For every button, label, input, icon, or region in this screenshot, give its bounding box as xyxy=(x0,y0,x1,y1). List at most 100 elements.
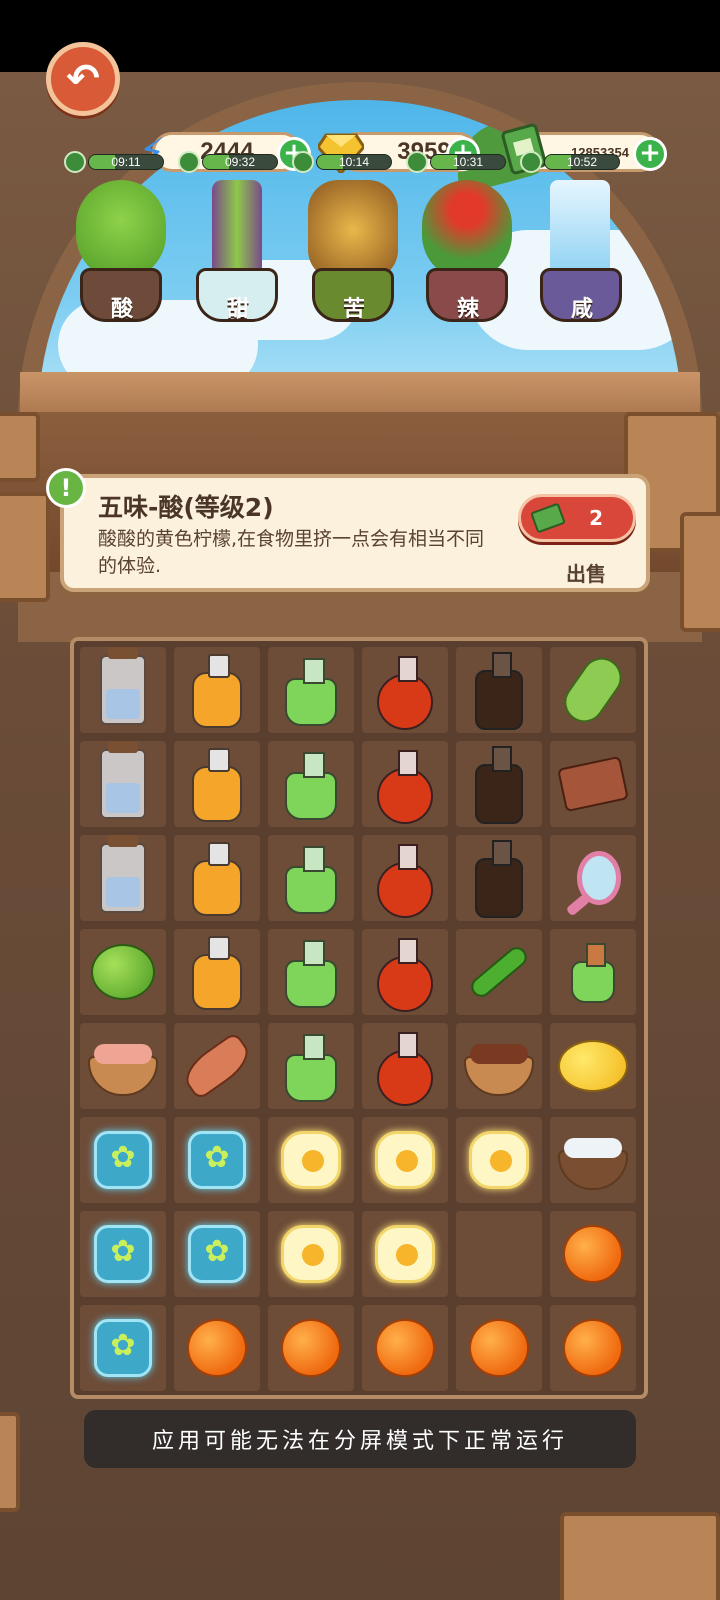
board-cell[interactable] xyxy=(550,1305,636,1391)
plant-label: 酸 xyxy=(110,297,133,322)
egg-bubble-icon xyxy=(375,1131,435,1189)
board-cell[interactable] xyxy=(362,929,448,1015)
lemon-tree-icon xyxy=(76,180,166,280)
board-cell[interactable] xyxy=(80,647,166,733)
board-cell[interactable] xyxy=(362,741,448,827)
board-cell[interactable] xyxy=(80,1117,166,1203)
tofu-icon xyxy=(557,755,629,813)
sprout-bubble-icon xyxy=(188,1131,246,1189)
dried-fish-icon xyxy=(178,1031,256,1101)
red-potion-icon xyxy=(377,1032,433,1106)
board-cell[interactable] xyxy=(550,1211,636,1297)
board-cell[interactable] xyxy=(268,647,354,733)
board-cell[interactable] xyxy=(80,929,166,1015)
board-cell[interactable] xyxy=(456,1023,542,1109)
board-cell[interactable] xyxy=(174,1305,260,1391)
board-cell[interactable] xyxy=(80,835,166,921)
board-cell[interactable] xyxy=(174,647,260,733)
lime-icon xyxy=(91,944,155,1000)
board-cell[interactable] xyxy=(80,741,166,827)
clock-icon xyxy=(64,151,86,173)
board-cell[interactable] xyxy=(456,741,542,827)
board-cell[interactable] xyxy=(456,1305,542,1391)
sell-price: 2 xyxy=(589,506,603,530)
salt-jar-icon xyxy=(100,647,146,725)
board-cell[interactable] xyxy=(268,741,354,827)
board-cell[interactable] xyxy=(174,741,260,827)
board-cell[interactable] xyxy=(268,1023,354,1109)
board-cell[interactable] xyxy=(550,741,636,827)
green-potion-icon xyxy=(285,1034,337,1102)
board-cell-empty[interactable] xyxy=(456,1211,542,1297)
egg-bubble-icon xyxy=(281,1131,341,1189)
timer-text: 09:11 xyxy=(111,155,141,169)
board-cell[interactable] xyxy=(362,1023,448,1109)
orange-orb-icon xyxy=(375,1319,435,1377)
orange-orb-icon xyxy=(563,1225,623,1283)
add-cash-button[interactable]: + xyxy=(633,137,667,171)
board-cell[interactable] xyxy=(174,1117,260,1203)
red-potion-icon xyxy=(377,656,433,730)
board-cell[interactable] xyxy=(174,1211,260,1297)
board-cell[interactable] xyxy=(550,835,636,921)
board-cell[interactable] xyxy=(550,929,636,1015)
plant-sour[interactable]: 酸 xyxy=(66,180,176,340)
board-cell[interactable] xyxy=(550,647,636,733)
board-cell[interactable] xyxy=(268,1211,354,1297)
honey-bottle-icon xyxy=(192,842,242,916)
plant-timer: 10:14 xyxy=(292,151,392,173)
board-cell[interactable] xyxy=(80,1305,166,1391)
lemon-icon xyxy=(558,1040,628,1092)
board-cell[interactable] xyxy=(456,647,542,733)
board-cell[interactable] xyxy=(268,1305,354,1391)
timer-text: 09:32 xyxy=(224,155,256,169)
timer-text: 10:52 xyxy=(566,155,598,169)
board-cell[interactable] xyxy=(456,1117,542,1203)
board-cell[interactable] xyxy=(174,929,260,1015)
board-cell[interactable] xyxy=(174,835,260,921)
meat-bowl-icon xyxy=(88,1044,158,1096)
board-cell[interactable] xyxy=(362,1117,448,1203)
plant-bitter[interactable]: 苦 xyxy=(298,180,408,340)
board-cell[interactable] xyxy=(362,1211,448,1297)
plant-spicy[interactable]: 辣 xyxy=(412,180,522,340)
back-button[interactable]: ↶ xyxy=(46,42,120,116)
board-cell[interactable] xyxy=(456,929,542,1015)
item-description: 酸酸的黄色柠檬,在食物里挤一点会有相当不同的体验. xyxy=(98,528,485,577)
board-cell[interactable] xyxy=(268,1117,354,1203)
sprout-bubble-icon xyxy=(94,1131,152,1189)
money-icon xyxy=(530,502,566,534)
green-potion-icon xyxy=(285,846,337,914)
board-cell[interactable] xyxy=(362,835,448,921)
sprout-bubble-icon xyxy=(94,1319,152,1377)
item-info-panel: 五味-酸(等级2) 酸酸的黄色柠檬,在食物里挤一点会有相当不同的体验. 2 出售 xyxy=(60,474,650,592)
egg-bubble-icon xyxy=(375,1225,435,1283)
board-cell[interactable] xyxy=(80,1023,166,1109)
green-potion-icon xyxy=(285,658,337,726)
green-potion-icon xyxy=(285,752,337,820)
info-icon: ! xyxy=(46,468,86,508)
sugarcane-icon xyxy=(212,180,262,280)
plant-salty[interactable]: 咸 xyxy=(526,180,636,340)
sell-button[interactable]: 2 xyxy=(518,494,636,542)
board-cell[interactable] xyxy=(362,1305,448,1391)
board-cell[interactable] xyxy=(268,835,354,921)
soy-sauce-icon xyxy=(475,840,523,918)
board-cell[interactable] xyxy=(456,835,542,921)
board-cell[interactable] xyxy=(80,1211,166,1297)
clock-icon xyxy=(178,151,200,173)
board-cell[interactable] xyxy=(362,647,448,733)
sell-label: 出售 xyxy=(566,562,606,586)
plant-label: 苦 xyxy=(342,297,365,322)
board-cell[interactable] xyxy=(550,1117,636,1203)
board-cell[interactable] xyxy=(268,929,354,1015)
board-cell[interactable] xyxy=(174,1023,260,1109)
honey-bottle-icon xyxy=(192,748,242,822)
plant-timer: 09:11 xyxy=(64,151,164,173)
salt-jar-icon xyxy=(100,835,146,913)
salt-bowl-icon xyxy=(558,1138,628,1190)
plant-sweet[interactable]: 甜 xyxy=(182,180,292,340)
board-cell[interactable] xyxy=(550,1023,636,1109)
plant-label: 甜 xyxy=(226,297,249,322)
egg-bubble-icon xyxy=(281,1225,341,1283)
